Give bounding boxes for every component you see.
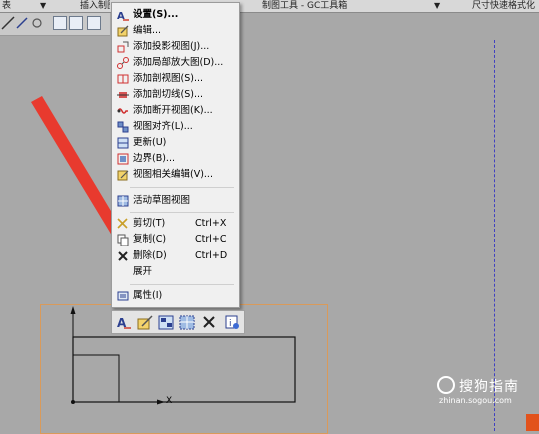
menu-item-properties[interactable]: 属性(I)	[113, 288, 238, 304]
menu-item-add-detail-view[interactable]: 添加局部放大图(D)...	[113, 55, 238, 71]
watermark-url: zhinan.sogou.com	[439, 396, 512, 405]
y-axis-arrow	[70, 306, 76, 314]
properties-icon[interactable]: i	[224, 315, 240, 330]
menu-separator	[130, 212, 234, 213]
menu-item-align-view[interactable]: 视图对齐(L)...	[113, 119, 238, 135]
delete-icon[interactable]	[201, 315, 217, 330]
delete-icon	[117, 250, 129, 262]
menu-item-expand[interactable]: 展开	[113, 264, 238, 280]
active-sketch-icon	[117, 195, 129, 207]
x-axis-arrow	[157, 399, 165, 405]
watermark-brand: 搜狗指南	[459, 379, 519, 395]
menu-item-active-sketch-view[interactable]: 活动草图视图	[113, 193, 238, 209]
x-axis-label: X	[166, 396, 173, 406]
section-view-icon	[117, 73, 129, 85]
copy-icon	[117, 234, 129, 247]
menu-item-settings[interactable]: A 设置(S)...	[113, 7, 238, 23]
view-rectangle	[72, 336, 296, 403]
menu-item-delete[interactable]: 删除(D) Ctrl+D	[113, 248, 238, 264]
menu-separator	[130, 284, 234, 285]
update-icon	[117, 137, 129, 149]
cut-icon	[117, 218, 129, 230]
menu-item-update[interactable]: 更新(U)	[113, 135, 238, 151]
break-view-icon	[117, 105, 129, 117]
context-menu: A 设置(S)... 编辑... 添加投影视图(J)... 添加局部放大图(D)…	[111, 2, 240, 308]
mini-toolbar: A i	[111, 310, 245, 334]
inner-square	[73, 354, 120, 402]
menu-item-edit[interactable]: 编辑...	[113, 23, 238, 39]
align-view-icon[interactable]	[158, 315, 174, 330]
menu-item-copy[interactable]: 复制(C) Ctrl+C	[113, 232, 238, 248]
origin-point	[71, 400, 75, 404]
active-sketch-icon[interactable]	[179, 315, 195, 330]
svg-text:i: i	[229, 319, 232, 329]
sogou-badge-icon	[526, 414, 539, 431]
menu-item-boundary[interactable]: 边界(B)...	[113, 151, 238, 167]
menu-item-add-projected-view[interactable]: 添加投影视图(J)...	[113, 39, 238, 55]
detail-view-icon	[117, 57, 129, 69]
properties-icon	[117, 290, 129, 302]
menu-item-add-section-line[interactable]: 添加剖切线(S)...	[113, 87, 238, 103]
expand-icon	[117, 266, 129, 278]
projected-view-icon	[117, 41, 129, 53]
menu-item-cut[interactable]: 剪切(T) Ctrl+X	[113, 216, 238, 232]
edit-icon	[117, 25, 129, 37]
boundary-icon	[117, 153, 129, 165]
align-view-icon	[117, 121, 129, 133]
drawing-canvas	[31, 96, 296, 405]
watermark-logo-icon	[437, 376, 455, 394]
menu-item-view-dependent-edit[interactable]: 视图相关编辑(V)...	[113, 167, 238, 183]
view-dependent-edit-icon	[117, 169, 129, 181]
settings-icon: A	[117, 9, 129, 22]
settings-icon[interactable]: A	[116, 315, 132, 330]
edit-icon[interactable]	[137, 315, 153, 330]
menu-item-add-section-view[interactable]: 添加剖视图(S)...	[113, 71, 238, 87]
section-line-icon	[117, 89, 129, 101]
menu-item-add-break-view[interactable]: 添加断开视图(K)...	[113, 103, 238, 119]
menu-separator	[130, 187, 234, 188]
